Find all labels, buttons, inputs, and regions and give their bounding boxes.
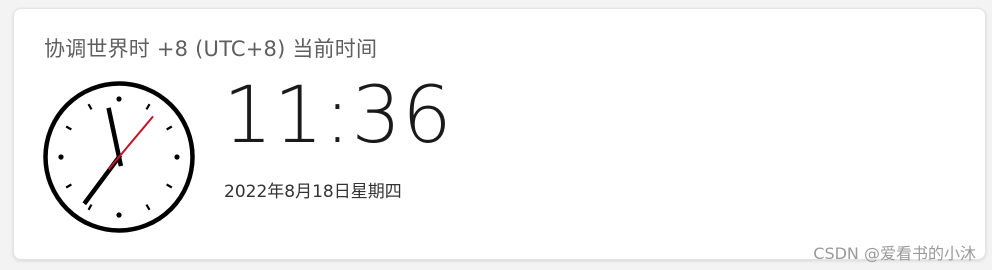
hour-dot-mark bbox=[116, 96, 122, 102]
current-date: 2022年8月18日星期四 bbox=[224, 182, 402, 202]
world-clock-card: 协调世界时 +8 (UTC+8) 当前时间 11:36 2022年8月18日星期… bbox=[13, 8, 986, 260]
hour-dot-mark bbox=[58, 154, 64, 160]
timezone-title: 协调世界时 +8 (UTC+8) 当前时间 bbox=[44, 37, 378, 61]
watermark: CSDN @爱看书的小沐 bbox=[813, 244, 976, 263]
digital-time: 11:36 bbox=[223, 71, 453, 161]
hour-dot-mark bbox=[174, 154, 180, 160]
analog-clock bbox=[43, 81, 195, 233]
hour-dot-mark bbox=[116, 212, 122, 218]
